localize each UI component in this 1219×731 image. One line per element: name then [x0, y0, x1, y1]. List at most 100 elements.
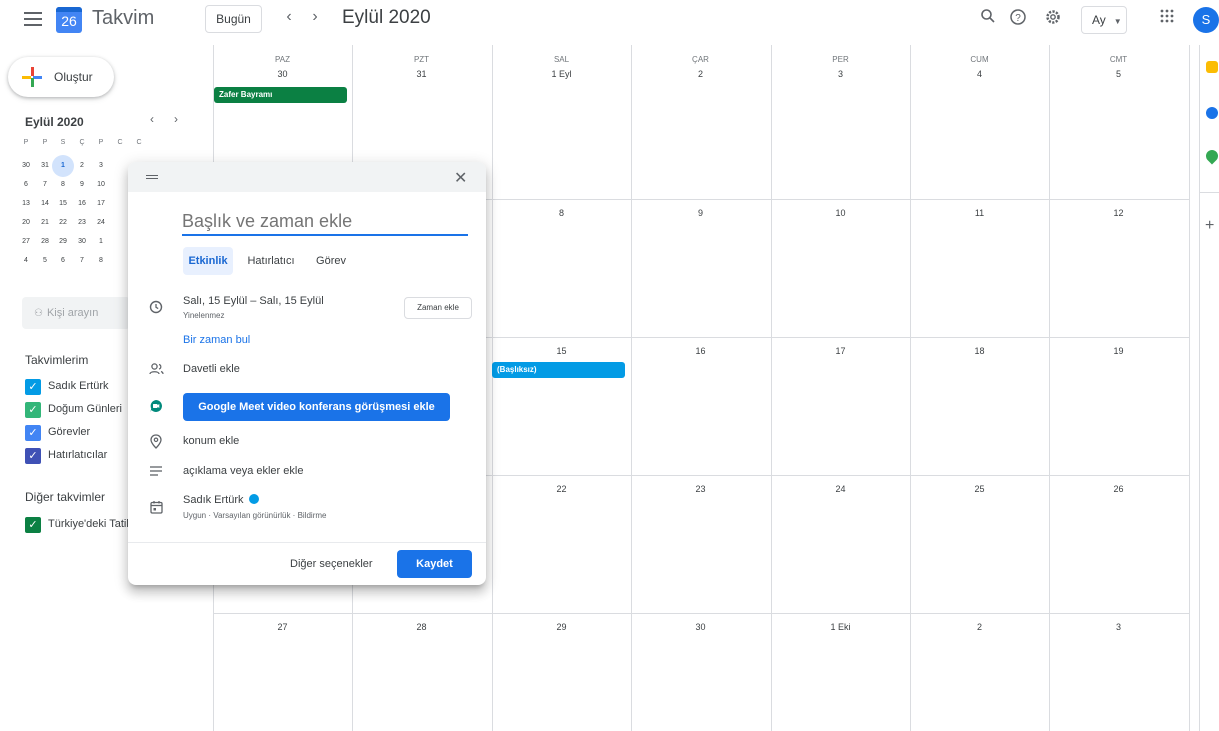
weekday-header: PZT	[413, 55, 430, 64]
close-icon[interactable]: ✕	[454, 168, 467, 188]
holiday-event-chip[interactable]: Zafer Bayramı	[214, 87, 347, 103]
day-number[interactable]: 11	[910, 208, 1049, 218]
mini-previous-icon[interactable]: ‹	[150, 112, 154, 126]
weekday-header: ÇAR	[692, 55, 709, 64]
view-selector[interactable]: Ay ▼	[1081, 6, 1127, 34]
day-number[interactable]: 1 Eyl	[492, 69, 631, 79]
tasks-icon[interactable]	[1206, 107, 1218, 119]
day-number[interactable]: 4	[910, 69, 1049, 79]
day-number[interactable]: 3	[1049, 622, 1188, 632]
maps-icon[interactable]	[1203, 147, 1219, 165]
dialog-footer-divider	[128, 542, 486, 543]
mini-next-icon[interactable]: ›	[174, 112, 178, 126]
tab-event[interactable]: Etkinlik	[183, 247, 233, 275]
day-number[interactable]: 30	[631, 622, 770, 632]
weekday-header: PER	[832, 55, 849, 64]
google-meet-icon	[148, 399, 164, 415]
calendar-color-dot	[248, 494, 259, 504]
event-date-range[interactable]: Salı, 15 Eylül – Salı, 15 Eylül	[183, 295, 324, 307]
grid-row-line	[213, 613, 1189, 614]
repeat-setting[interactable]: Yinelenmez	[183, 311, 225, 320]
tab-reminder[interactable]: Hatırlatıcı	[240, 247, 302, 275]
tab-task[interactable]: Görev	[311, 247, 351, 275]
day-number[interactable]: 16	[631, 346, 770, 356]
day-number[interactable]: 31	[352, 69, 491, 79]
calendar-owner[interactable]: Sadık Ertürk	[183, 494, 259, 506]
day-number[interactable]: 2	[910, 622, 1049, 632]
previous-period-icon[interactable]: ‹	[279, 8, 299, 26]
checkbox-checked-icon[interactable]: ✓	[25, 517, 41, 533]
keep-icon[interactable]	[1206, 61, 1218, 73]
description-icon	[148, 465, 164, 481]
quick-event-dialog: ✕ Etkinlik Hatırlatıcı Görev Salı, 15 Ey…	[128, 162, 486, 585]
my-calendars-title: Takvimlerim	[25, 353, 89, 367]
add-addon-icon[interactable]: +	[1205, 217, 1214, 235]
other-calendars-title: Diğer takvimler	[25, 490, 106, 504]
day-number[interactable]: 5	[1049, 69, 1188, 79]
svg-text:?: ?	[1015, 13, 1021, 24]
add-description-field[interactable]: açıklama veya ekler ekle	[183, 465, 303, 477]
account-avatar[interactable]: S	[1193, 7, 1219, 33]
save-button[interactable]: Kaydet	[397, 550, 472, 578]
find-time-link[interactable]: Bir zaman bul	[183, 334, 250, 346]
clock-icon	[148, 300, 164, 316]
add-location-field[interactable]: konum ekle	[183, 435, 239, 447]
weekday-header: CMT	[1109, 55, 1128, 64]
day-number[interactable]: 17	[771, 346, 910, 356]
plus-icon	[22, 67, 42, 87]
checkbox-checked-icon[interactable]: ✓	[25, 379, 41, 395]
day-number[interactable]: 15	[492, 346, 631, 356]
day-number[interactable]: 26	[1049, 484, 1188, 494]
location-pin-icon	[148, 434, 164, 450]
drag-handle-icon[interactable]	[146, 175, 158, 180]
day-number[interactable]: 3	[771, 69, 910, 79]
today-button[interactable]: Bugün	[205, 5, 262, 33]
checkbox-checked-icon[interactable]: ✓	[25, 448, 41, 464]
day-number[interactable]: 8	[492, 208, 631, 218]
day-number[interactable]: 12	[1049, 208, 1188, 218]
day-number[interactable]: 24	[771, 484, 910, 494]
day-number[interactable]: 27	[213, 622, 352, 632]
main-menu-icon[interactable]	[24, 12, 42, 26]
day-number[interactable]: 9	[631, 208, 770, 218]
add-google-meet-button[interactable]: Google Meet video konferans görüşmesi ek…	[183, 393, 450, 421]
apps-grid-icon[interactable]	[1156, 8, 1178, 30]
add-guests-field[interactable]: Davetli ekle	[183, 363, 240, 375]
day-number[interactable]: 18	[910, 346, 1049, 356]
day-number[interactable]: 29	[492, 622, 631, 632]
mini-day[interactable]: 8	[90, 250, 112, 272]
help-icon[interactable]: ?	[1007, 8, 1029, 30]
settings-gear-icon[interactable]	[1042, 8, 1064, 30]
create-label: Oluştur	[54, 70, 93, 84]
create-button[interactable]: Oluştur	[8, 57, 114, 97]
people-search-input[interactable]: ⚇ Kişi arayın	[22, 297, 130, 329]
day-number[interactable]: 30	[213, 69, 352, 79]
day-number[interactable]: 2	[631, 69, 770, 79]
calendar-logo-icon[interactable]: 26	[56, 7, 82, 33]
untitled-event-chip[interactable]: (Başlıksız)	[492, 362, 625, 378]
calendar-owner-details[interactable]: Uygun · Varsayılan görünürlük · Bildirme	[183, 511, 326, 520]
dialog-header: ✕	[128, 162, 486, 192]
more-options-button[interactable]: Diğer seçenekler	[286, 552, 377, 576]
calendar-owner-icon	[148, 500, 164, 516]
day-number[interactable]: 25	[910, 484, 1049, 494]
current-month-title: Eylül 2020	[342, 7, 431, 28]
checkbox-checked-icon[interactable]: ✓	[25, 402, 41, 418]
day-number[interactable]: 23	[631, 484, 770, 494]
search-icon[interactable]	[977, 8, 999, 30]
checkbox-checked-icon[interactable]: ✓	[25, 425, 41, 441]
day-number[interactable]: 22	[492, 484, 631, 494]
add-time-button[interactable]: Zaman ekle	[404, 297, 472, 319]
calendar-list-label: Sadık Ertürk	[48, 380, 109, 392]
day-number[interactable]: 28	[352, 622, 491, 632]
day-number[interactable]: 19	[1049, 346, 1188, 356]
day-number[interactable]: 10	[771, 208, 910, 218]
day-number[interactable]: 1 Eki	[771, 622, 910, 632]
weekday-header: CUM	[970, 55, 989, 64]
mini-day-header: C	[136, 139, 142, 146]
guests-icon	[148, 362, 164, 378]
event-title-input[interactable]	[182, 208, 468, 236]
next-period-icon[interactable]: ›	[305, 8, 325, 26]
weekday-header: SAL	[553, 55, 570, 64]
calendar-list-label: Doğum Günleri	[48, 403, 122, 415]
